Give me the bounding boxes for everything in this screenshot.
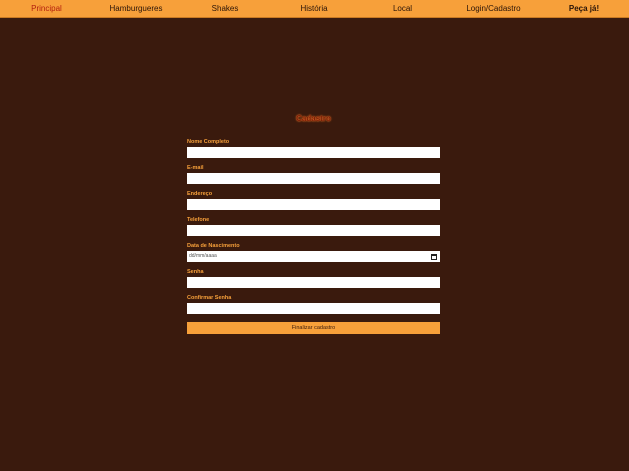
- nav-item-historia[interactable]: História: [271, 0, 357, 17]
- address-input[interactable]: [187, 199, 440, 210]
- phone-input[interactable]: [187, 225, 440, 236]
- address-field-group: Endereço: [187, 190, 440, 210]
- address-label: Endereço: [187, 191, 213, 197]
- confirm-password-field-group: Confirmar Senha: [187, 294, 440, 314]
- password-label: Senha: [187, 269, 204, 275]
- signup-form: Cadastro Nome Completo E-mail Endereço T…: [187, 114, 440, 334]
- name-label: Nome Completo: [187, 139, 230, 145]
- phone-field-group: Telefone: [187, 216, 440, 236]
- form-title: Cadastro: [296, 114, 331, 123]
- calendar-icon[interactable]: [431, 253, 437, 260]
- email-input[interactable]: [187, 173, 440, 184]
- email-label: E-mail: [187, 165, 204, 171]
- password-input[interactable]: [187, 277, 440, 288]
- confirm-password-label: Confirmar Senha: [187, 295, 232, 301]
- birthdate-input[interactable]: dd/mm/aaaa: [187, 251, 440, 262]
- nav-item-login-cadastro[interactable]: Login/Cadastro: [448, 0, 539, 17]
- email-field-group: E-mail: [187, 164, 440, 184]
- birthdate-field-group: Data de Nascimento dd/mm/aaaa: [187, 242, 440, 262]
- nav-item-principal[interactable]: Principal: [0, 0, 93, 17]
- nav-item-local[interactable]: Local: [357, 0, 448, 17]
- name-input[interactable]: [187, 147, 440, 158]
- nav-item-hamburgueres[interactable]: Hamburgueres: [93, 0, 179, 17]
- nav-item-shakes[interactable]: Shakes: [179, 0, 271, 17]
- nav-item-peca-ja[interactable]: Peça já!: [539, 0, 629, 17]
- top-nav: Principal Hamburgueres Shakes História L…: [0, 0, 629, 18]
- birthdate-placeholder: dd/mm/aaaa: [189, 253, 217, 259]
- phone-label: Telefone: [187, 217, 210, 223]
- confirm-password-input[interactable]: [187, 303, 440, 314]
- submit-button[interactable]: Finalizar cadastro: [187, 322, 440, 334]
- password-field-group: Senha: [187, 268, 440, 288]
- birthdate-label: Data de Nascimento: [187, 243, 240, 249]
- name-field-group: Nome Completo: [187, 138, 440, 158]
